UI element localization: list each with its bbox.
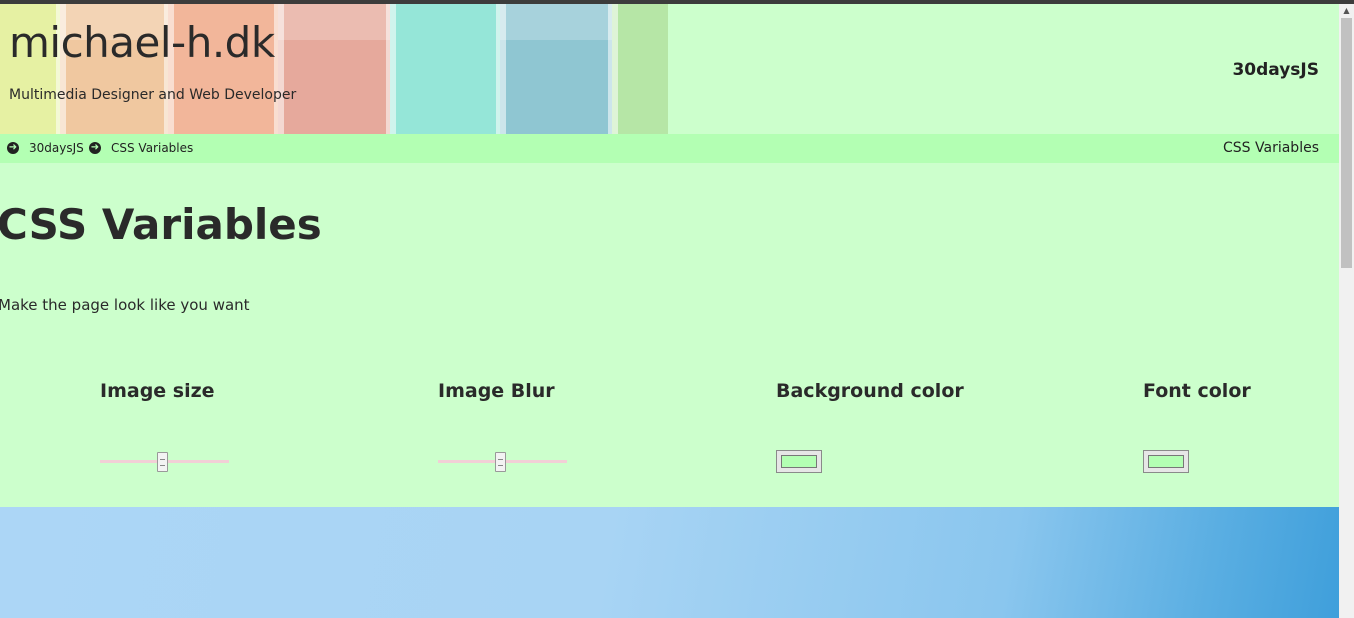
image-size-slider[interactable] xyxy=(100,452,229,472)
breadcrumb-label: CSS Variables xyxy=(111,141,194,155)
background-color-label: Background color xyxy=(776,380,964,402)
site-tagline: Multimedia Designer and Web Developer xyxy=(9,87,297,103)
background-color-picker[interactable] xyxy=(776,450,822,473)
scrollbar-thumb[interactable] xyxy=(1341,18,1352,268)
slider-thumb[interactable] xyxy=(495,452,506,472)
arrow-circle-right-icon: ➜ xyxy=(89,142,101,154)
nav-link-30daysjs[interactable]: 30daysJS xyxy=(1232,60,1319,80)
sky-photo xyxy=(0,507,1339,618)
font-color-label: Font color xyxy=(1143,380,1251,402)
color-swatch xyxy=(781,455,817,468)
page-intro: Make the page look like you want xyxy=(0,296,250,314)
color-swatch xyxy=(1148,455,1184,468)
breadcrumb: ➜ 30daysJS ➜ CSS Variables CSS Variables xyxy=(0,134,1339,163)
scroll-up-arrow-icon[interactable]: ▲ xyxy=(1339,4,1354,18)
site-header: michael-h.dk Multimedia Designer and Web… xyxy=(0,4,1339,134)
image-size-label: Image size xyxy=(100,380,215,402)
image-blur-control: Image Blur xyxy=(438,380,567,472)
font-color-control: Font color xyxy=(1143,380,1251,473)
image-size-control: Image size xyxy=(100,380,229,472)
image-blur-slider[interactable] xyxy=(438,452,567,472)
vertical-scrollbar[interactable]: ▲ xyxy=(1339,4,1354,618)
breadcrumb-item-30daysjs[interactable]: ➜ 30daysJS xyxy=(7,141,84,155)
font-color-picker[interactable] xyxy=(1143,450,1189,473)
image-blur-label: Image Blur xyxy=(438,380,555,402)
background-color-control: Background color xyxy=(776,380,964,473)
site-title[interactable]: michael-h.dk xyxy=(9,18,275,67)
page-title: CSS Variables xyxy=(0,200,322,249)
breadcrumb-current-page: CSS Variables xyxy=(1223,140,1319,156)
arrow-circle-right-icon: ➜ xyxy=(7,142,19,154)
slider-thumb[interactable] xyxy=(157,452,168,472)
breadcrumb-label: 30daysJS xyxy=(29,141,84,155)
breadcrumb-item-css-variables[interactable]: ➜ CSS Variables xyxy=(89,141,193,155)
